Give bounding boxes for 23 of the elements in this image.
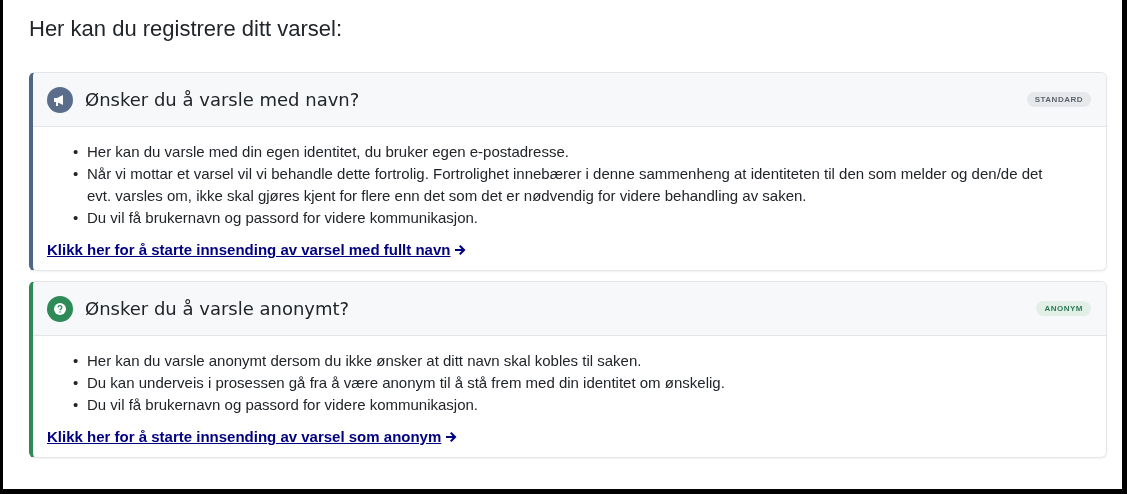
bullet-text: Her kan du varsle med din egen identitet, du bruker egen e-postadresse. bbox=[87, 142, 570, 162]
bullet-marker: • bbox=[73, 164, 80, 184]
bullet-marker: • bbox=[73, 142, 80, 162]
bullet-text: Du kan underveis i prosessen gå fra å være anonym til å stå frem med din identitet om ønskelig. bbox=[87, 373, 726, 393]
bullet-text: Når vi mottar et varsel vil vi behandle dette fortrolig. Fortrolighet innebærer i denne sammenheng at identiteten til den som melder og den/de det evt. varsles om, ikke skal gjøres kjent for flere enn det som det er nødvendig for videre behandling av saken. bbox=[87, 164, 1044, 206]
bullet-marker: • bbox=[73, 208, 80, 228]
card-title: Ønsker du å varsle anonymt? bbox=[85, 298, 351, 319]
badge: STANDARD bbox=[1026, 92, 1091, 107]
bullet-marker: • bbox=[73, 373, 80, 393]
bullet-text: Du vil få brukernavn og passord for videre kommunikasjon. bbox=[87, 208, 480, 228]
arrow-right-icon bbox=[445, 431, 458, 443]
start-link[interactable]: Klikk her for å starte innsending av varsel som anonym bbox=[47, 428, 458, 445]
bullet-marker: • bbox=[73, 395, 80, 415]
bullet-marker: • bbox=[73, 351, 80, 371]
page-heading: Her kan du registrere ditt varsel: bbox=[29, 16, 344, 42]
badge: ANONYM bbox=[1036, 301, 1091, 316]
question-icon bbox=[47, 295, 73, 322]
arrow-right-icon bbox=[454, 244, 467, 256]
bullet-text: Du vil få brukernavn og passord for videre kommunikasjon. bbox=[87, 395, 480, 415]
start-link[interactable]: Klikk her for å starte innsending av varsel med fullt navn bbox=[47, 241, 467, 258]
megaphone-icon bbox=[47, 86, 73, 113]
card-title: Ønsker du å varsle med navn? bbox=[85, 89, 361, 110]
bullet-text: Her kan du varsle anonymt dersom du ikke ønsker at ditt navn skal kobles til saken. bbox=[87, 351, 643, 371]
